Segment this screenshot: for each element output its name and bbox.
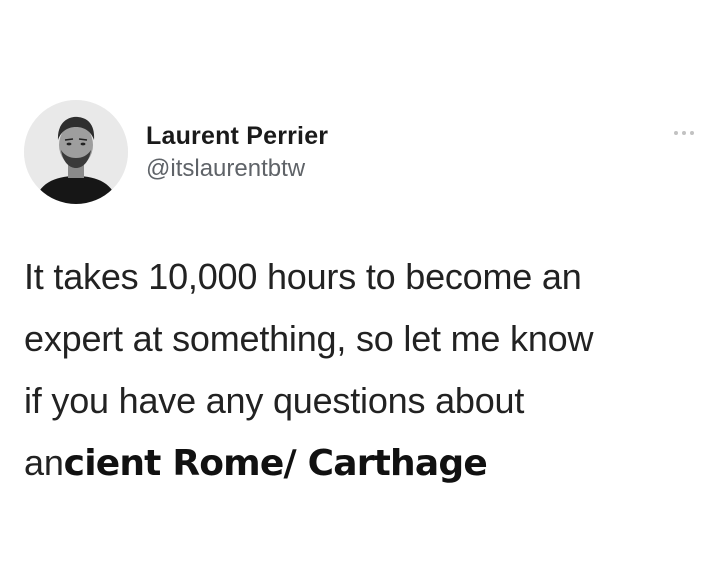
author-handle[interactable]: @itslaurentbtw — [146, 154, 328, 184]
tweet-text-accent: cient Rome/ Carthage — [63, 443, 488, 484]
author-display-name[interactable]: Laurent Perrier — [146, 121, 328, 151]
tweet-text-line: It takes 10,000 hours to become an — [24, 256, 582, 297]
dot — [682, 131, 686, 135]
dot — [690, 131, 694, 135]
tweet-text-line: ancient Rome/ Carthage — [24, 432, 704, 495]
dot — [674, 131, 678, 135]
profile-photo-icon — [24, 100, 128, 204]
tweet-card: Laurent Perrier @itslaurentbtw It takes … — [0, 0, 716, 564]
tweet-body: It takes 10,000 hours to become an exper… — [24, 246, 704, 495]
tweet-text-line: if you have any questions about — [24, 380, 525, 421]
ellipsis-icon[interactable] — [674, 128, 704, 138]
tweet-text-fragment: an — [24, 442, 64, 483]
avatar[interactable] — [24, 100, 128, 204]
tweet-text-line: expert at something, so let me know — [24, 318, 594, 359]
author-info: Laurent Perrier @itslaurentbtw — [146, 121, 328, 184]
